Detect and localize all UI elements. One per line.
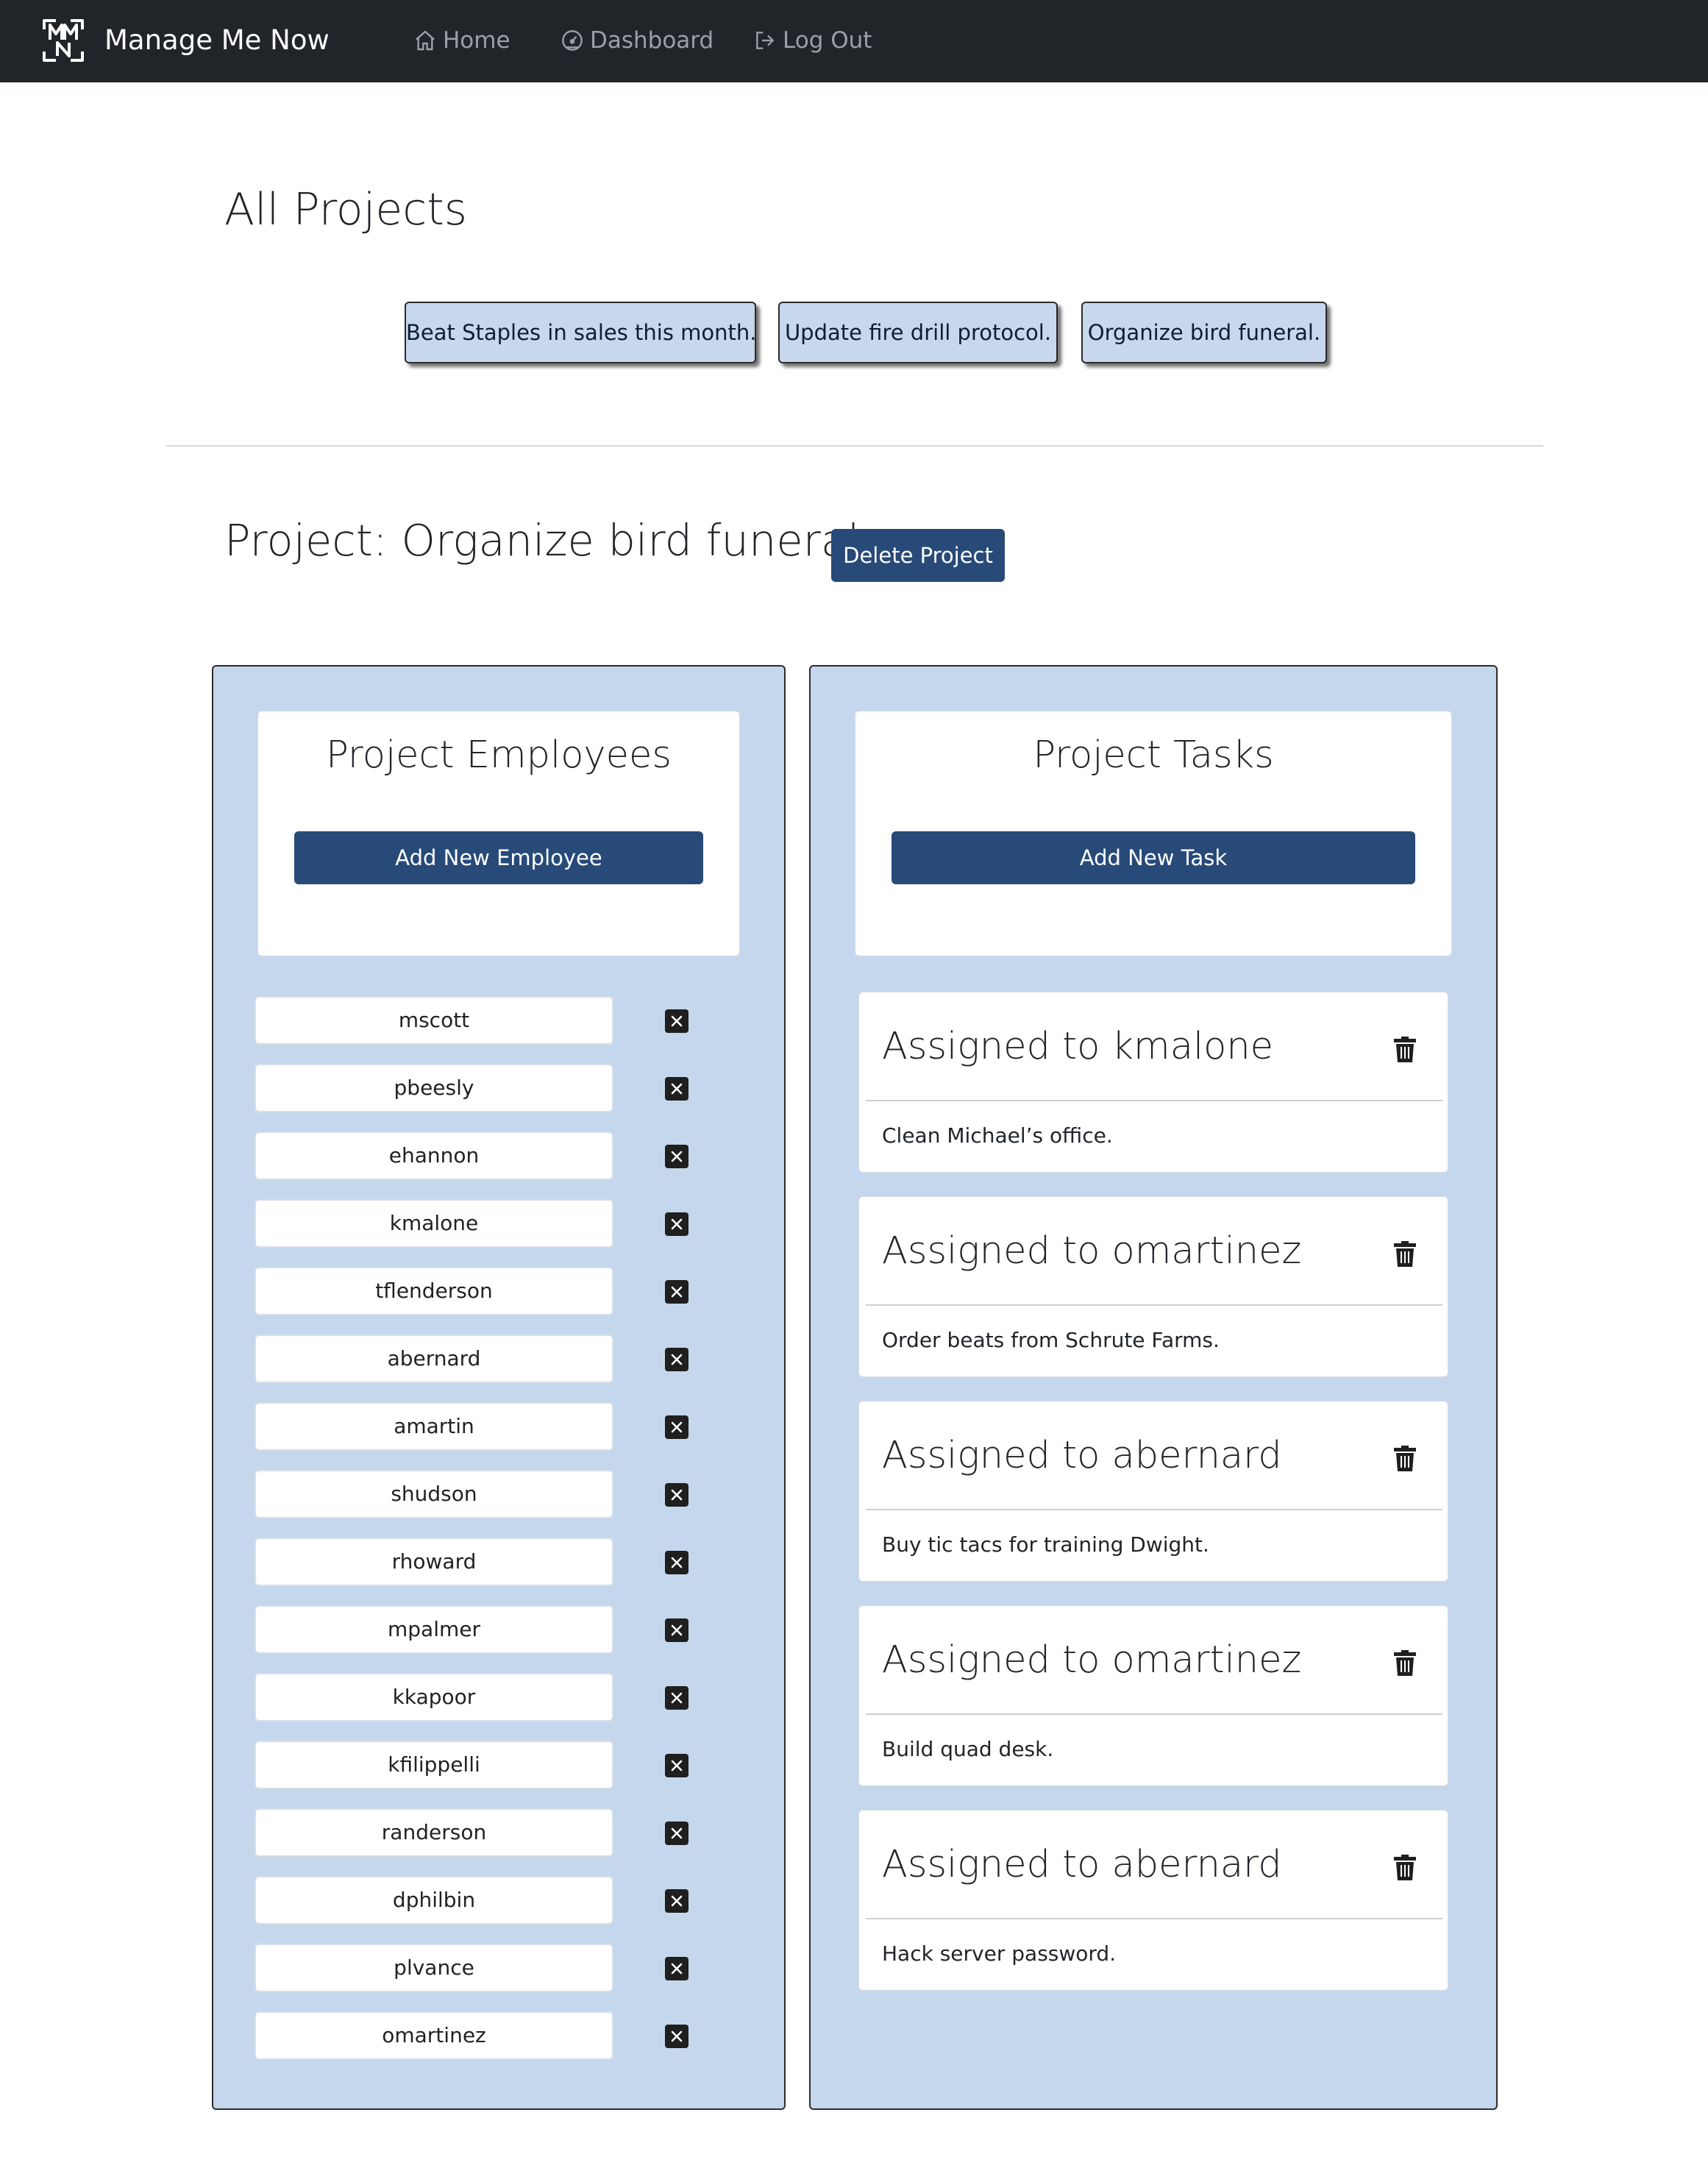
- project-button-bird-funeral[interactable]: Organize bird funeral.: [1081, 302, 1327, 363]
- task-card: Assigned to omartinez Build quad desk.: [858, 1605, 1448, 1786]
- remove-employee-button[interactable]: [665, 1483, 688, 1507]
- section-divider: [166, 445, 1543, 447]
- employee-row: ehannon: [255, 1131, 613, 1180]
- add-task-button[interactable]: Add New Task: [892, 831, 1415, 884]
- employee-row: shudson: [255, 1470, 613, 1518]
- close-icon: [671, 1083, 683, 1095]
- close-icon: [671, 1624, 683, 1636]
- task-divider: [866, 1713, 1442, 1715]
- employee-row: dphilbin: [255, 1876, 613, 1925]
- nav-home[interactable]: Home: [413, 18, 510, 63]
- add-employee-button[interactable]: Add New Employee: [294, 831, 703, 884]
- close-icon: [671, 1421, 683, 1433]
- close-icon: [671, 1151, 683, 1162]
- remove-employee-button[interactable]: [665, 1551, 688, 1574]
- dashboard-icon: [562, 30, 583, 51]
- close-icon: [671, 1489, 683, 1501]
- trash-icon[interactable]: [1393, 1241, 1417, 1268]
- project-title: Project: Organize bird funeral.: [224, 515, 874, 566]
- task-description: Clean Michael’s office.: [882, 1123, 1113, 1148]
- task-card: Assigned to omartinez Order beats from Sc…: [858, 1196, 1448, 1377]
- remove-employee-button[interactable]: [665, 1618, 688, 1642]
- task-divider: [866, 1918, 1442, 1919]
- employee-row: abernard: [255, 1335, 613, 1383]
- trash-icon[interactable]: [1393, 1446, 1417, 1472]
- remove-employee-button[interactable]: [665, 1889, 688, 1913]
- tasks-title: Project Tasks: [1033, 733, 1274, 777]
- task-description: Order beats from Schrute Farms.: [882, 1328, 1220, 1352]
- all-projects-heading: All Projects: [224, 184, 467, 235]
- employee-row: randerson: [255, 1808, 613, 1857]
- delete-project-button[interactable]: Delete Project: [831, 529, 1005, 582]
- close-icon: [671, 1963, 683, 1975]
- close-icon: [671, 1692, 683, 1704]
- remove-employee-button[interactable]: [665, 1957, 688, 1980]
- close-icon: [671, 1895, 683, 1907]
- logout-icon: [756, 32, 775, 49]
- close-icon: [671, 1015, 683, 1027]
- employee-row: mscott: [255, 996, 613, 1045]
- close-icon: [671, 1827, 683, 1839]
- remove-employee-button[interactable]: [665, 1145, 688, 1168]
- employees-title: Project Employees: [326, 733, 672, 777]
- employee-row: mpalmer: [255, 1605, 613, 1654]
- employee-row: kfilippelli: [255, 1741, 613, 1789]
- mnm-logo-icon[interactable]: [41, 18, 85, 63]
- employee-row: plvance: [255, 1944, 613, 1992]
- trash-icon[interactable]: [1393, 1855, 1417, 1881]
- employee-row: amartin: [255, 1402, 613, 1451]
- remove-employee-button[interactable]: [665, 1348, 688, 1371]
- close-icon: [671, 2030, 683, 2042]
- task-assignee: Assigned to omartinez: [882, 1638, 1302, 1682]
- navbar: Manage Me Now Home Dashboard Log Out: [0, 0, 1708, 82]
- trash-icon[interactable]: [1393, 1037, 1417, 1063]
- close-icon: [671, 1218, 683, 1230]
- remove-employee-button[interactable]: [665, 1212, 688, 1236]
- remove-employee-button[interactable]: [665, 1077, 688, 1101]
- task-divider: [866, 1100, 1442, 1101]
- task-assignee: Assigned to omartinez: [882, 1229, 1302, 1273]
- brand-name[interactable]: Manage Me Now: [104, 18, 330, 63]
- task-divider: [866, 1304, 1442, 1306]
- task-description: Buy tic tacs for training Dwight.: [882, 1532, 1209, 1557]
- nav-dashboard-label: Dashboard: [590, 27, 714, 54]
- close-icon: [671, 1354, 683, 1365]
- employee-row: kkapoor: [255, 1673, 613, 1721]
- employee-row: rhoward: [255, 1538, 613, 1586]
- task-assignee: Assigned to kmalone: [882, 1025, 1274, 1068]
- remove-employee-button[interactable]: [665, 1009, 688, 1033]
- task-card: Assigned to abernard Hack server password…: [858, 1810, 1448, 1991]
- project-button-fire-drill[interactable]: Update fire drill protocol.: [778, 302, 1058, 363]
- project-button-staples[interactable]: Beat Staples in sales this month.: [405, 302, 757, 363]
- employee-row: pbeesly: [255, 1064, 613, 1112]
- task-assignee: Assigned to abernard: [882, 1434, 1282, 1477]
- nav-home-label: Home: [443, 27, 510, 54]
- remove-employee-button[interactable]: [665, 1822, 688, 1845]
- trash-icon[interactable]: [1393, 1650, 1417, 1677]
- task-description: Hack server password.: [882, 1941, 1117, 1966]
- remove-employee-button[interactable]: [665, 1415, 688, 1439]
- employee-row: kmalone: [255, 1199, 613, 1248]
- task-card: Assigned to abernard Buy tic tacs for tra…: [858, 1401, 1448, 1582]
- close-icon: [671, 1286, 683, 1298]
- task-assignee: Assigned to abernard: [882, 1843, 1282, 1886]
- close-icon: [671, 1760, 683, 1771]
- nav-logout[interactable]: Log Out: [753, 18, 872, 63]
- remove-employee-button[interactable]: [665, 1280, 688, 1304]
- nav-logout-label: Log Out: [783, 27, 872, 54]
- remove-employee-button[interactable]: [665, 1754, 688, 1777]
- task-divider: [866, 1509, 1442, 1510]
- home-icon: [416, 30, 435, 51]
- close-icon: [671, 1557, 683, 1568]
- nav-dashboard[interactable]: Dashboard: [561, 18, 714, 63]
- task-description: Build quad desk.: [882, 1737, 1054, 1761]
- task-card: Assigned to kmalone Clean Michael’s offic…: [858, 992, 1448, 1173]
- remove-employee-button[interactable]: [665, 2025, 688, 2048]
- employee-row: tflenderson: [255, 1267, 613, 1315]
- employee-row: omartinez: [255, 2011, 613, 2060]
- remove-employee-button[interactable]: [665, 1686, 688, 1710]
